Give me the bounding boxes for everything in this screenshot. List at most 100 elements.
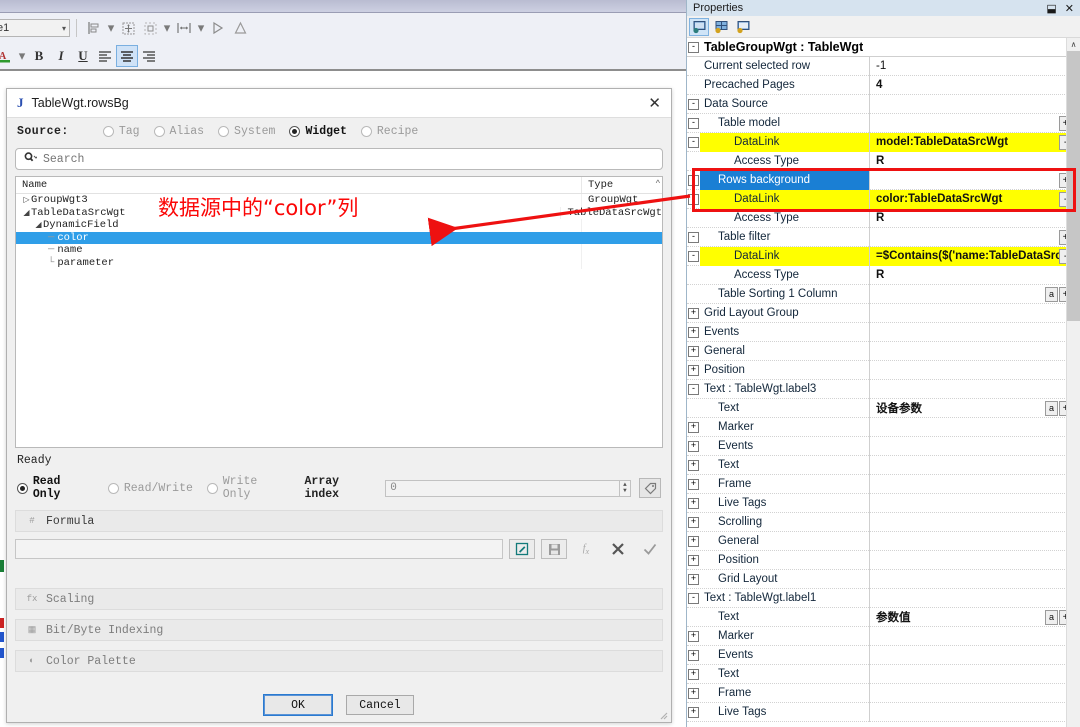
scaling-section-header[interactable]: fx Scaling xyxy=(15,588,663,610)
property-value[interactable]: 4 xyxy=(870,76,1080,95)
expand-icon[interactable]: + xyxy=(687,646,700,665)
property-value[interactable]: =$Contains($('name:TableDataSrcW xyxy=(870,246,1080,266)
collapse-icon[interactable]: - xyxy=(687,133,700,152)
expand-icon[interactable]: + xyxy=(687,342,700,361)
property-value[interactable] xyxy=(870,437,1080,456)
properties-row[interactable]: + General xyxy=(687,341,1080,361)
scrollbar-thumb[interactable] xyxy=(1067,51,1080,321)
expand-icon[interactable]: + xyxy=(687,304,700,323)
clear-formula-button[interactable] xyxy=(605,539,631,559)
resize-grip-icon[interactable] xyxy=(658,710,668,720)
properties-row[interactable]: - DataLink =$Contains($('name:TableDataSrc… xyxy=(687,246,1080,266)
distribute-dropdown-icon[interactable]: ▾ xyxy=(161,17,173,39)
align-left-icon[interactable] xyxy=(83,17,105,39)
properties-row[interactable]: Text设备参数+a xyxy=(687,398,1080,418)
underline-button[interactable]: U xyxy=(72,45,94,67)
property-value[interactable] xyxy=(870,456,1080,475)
function-button[interactable]: fx xyxy=(573,539,599,559)
save-formula-button[interactable] xyxy=(541,539,567,559)
tree-row-color[interactable]: ─ color xyxy=(16,231,662,244)
tree-twisty-icon[interactable]: ◢ xyxy=(22,208,31,218)
properties-row[interactable]: + Events xyxy=(687,322,1080,342)
property-value[interactable] xyxy=(870,114,1080,133)
properties-row[interactable]: + Scrolling xyxy=(687,512,1080,532)
property-value[interactable]: R xyxy=(870,209,1080,228)
pin-icon[interactable]: ⬓ xyxy=(1046,2,1056,15)
properties-row[interactable]: + Live Tags xyxy=(687,702,1080,722)
expand-icon[interactable]: + xyxy=(687,665,700,684)
bold-button[interactable]: B xyxy=(28,45,50,67)
resize-icon[interactable] xyxy=(117,17,139,39)
color-palette-section-header[interactable]: ◐ Color Palette xyxy=(15,650,663,672)
properties-row[interactable]: + Marker xyxy=(687,417,1080,437)
expand-icon[interactable]: + xyxy=(687,570,700,589)
cancel-button[interactable]: Cancel xyxy=(346,695,414,715)
property-value[interactable] xyxy=(870,570,1080,589)
collapse-icon[interactable]: - xyxy=(687,247,700,266)
properties-row[interactable]: + Position xyxy=(687,360,1080,380)
collapse-icon[interactable]: - xyxy=(687,589,700,608)
italic-button[interactable]: I xyxy=(50,45,72,67)
property-value[interactable]: R xyxy=(870,266,1080,285)
flip-vertical-icon[interactable] xyxy=(229,17,251,39)
expand-icon[interactable]: + xyxy=(687,532,700,551)
properties-row[interactable]: + Frame xyxy=(687,683,1080,703)
collapse-icon[interactable]: - xyxy=(687,171,700,190)
property-value[interactable] xyxy=(870,323,1080,342)
translate-button[interactable]: a xyxy=(1045,286,1058,302)
radio-source-recipe[interactable]: Recipe xyxy=(360,125,418,138)
spacing-dropdown-icon[interactable]: ▾ xyxy=(195,17,207,39)
collapse-icon[interactable]: - xyxy=(687,228,700,247)
bit-byte-indexing-section-header[interactable]: ▦ Bit/Byte Indexing xyxy=(15,619,663,641)
align-text-left-icon[interactable] xyxy=(94,45,116,67)
search-box[interactable] xyxy=(15,148,663,170)
tree-twisty-icon[interactable]: ◢ xyxy=(34,220,43,230)
distribute-icon[interactable] xyxy=(139,17,161,39)
align-text-center-icon[interactable] xyxy=(116,45,138,67)
properties-row[interactable]: Access Type R xyxy=(687,265,1080,285)
radio-source-alias[interactable]: Alias xyxy=(153,125,204,138)
close-icon[interactable]: ✕ xyxy=(1065,2,1074,15)
property-value[interactable] xyxy=(870,304,1080,323)
close-icon[interactable]: ✕ xyxy=(648,96,661,111)
properties-row[interactable]: Precached Pages 4 xyxy=(687,75,1080,95)
properties-row[interactable]: + Grid Layout xyxy=(687,569,1080,589)
tag-picker-button[interactable] xyxy=(639,478,661,498)
radio-source-widget[interactable]: Widget xyxy=(289,125,347,138)
expand-icon[interactable]: + xyxy=(687,627,700,646)
properties-row[interactable]: + Text xyxy=(687,664,1080,684)
radio-source-tag[interactable]: Tag xyxy=(102,125,140,138)
scroll-up-icon[interactable]: ∧ xyxy=(1067,38,1080,51)
expand-icon[interactable]: + xyxy=(687,703,700,722)
tree-row-parameter[interactable]: └ parameter xyxy=(16,256,662,269)
formula-input[interactable] xyxy=(15,539,503,559)
properties-group-header[interactable]: - TableGroupWgt : TableWgt xyxy=(687,38,1080,57)
property-value[interactable] xyxy=(870,361,1080,380)
property-value[interactable] xyxy=(870,589,1080,608)
properties-row[interactable]: - Text : TableWgt.label3 xyxy=(687,379,1080,399)
translate-button[interactable]: a xyxy=(1045,400,1058,416)
array-index-stepper[interactable]: ▲ ▼ xyxy=(619,479,632,497)
properties-row[interactable]: Text参数值+a xyxy=(687,607,1080,627)
property-value[interactable] xyxy=(870,228,1080,247)
expand-icon[interactable]: + xyxy=(687,551,700,570)
property-value[interactable] xyxy=(870,665,1080,684)
properties-row[interactable]: Table Sorting 1 Column+a xyxy=(687,284,1080,304)
radio-source-system[interactable]: System xyxy=(218,125,275,138)
properties-row[interactable]: -Rows background+ xyxy=(687,170,1080,190)
properties-row[interactable]: -Table model+ xyxy=(687,113,1080,133)
property-value[interactable] xyxy=(870,494,1080,513)
property-value[interactable] xyxy=(870,703,1080,722)
radio-write-only[interactable]: Write Only xyxy=(206,475,291,501)
tree-scroll-up-icon[interactable]: ^ xyxy=(656,178,660,188)
expand-icon[interactable]: + xyxy=(687,475,700,494)
properties-row[interactable]: + Frame xyxy=(687,474,1080,494)
collapse-icon[interactable]: - xyxy=(687,114,700,133)
formula-section-header[interactable]: # Formula xyxy=(15,510,663,532)
stepper-down-icon[interactable]: ▼ xyxy=(623,488,627,494)
properties-row[interactable]: + Grid Layout Group xyxy=(687,303,1080,323)
expand-icon[interactable]: + xyxy=(687,494,700,513)
property-value[interactable] xyxy=(870,646,1080,665)
properties-row[interactable]: Access Type R xyxy=(687,151,1080,171)
tree-twisty-icon[interactable]: ▷ xyxy=(22,195,31,205)
